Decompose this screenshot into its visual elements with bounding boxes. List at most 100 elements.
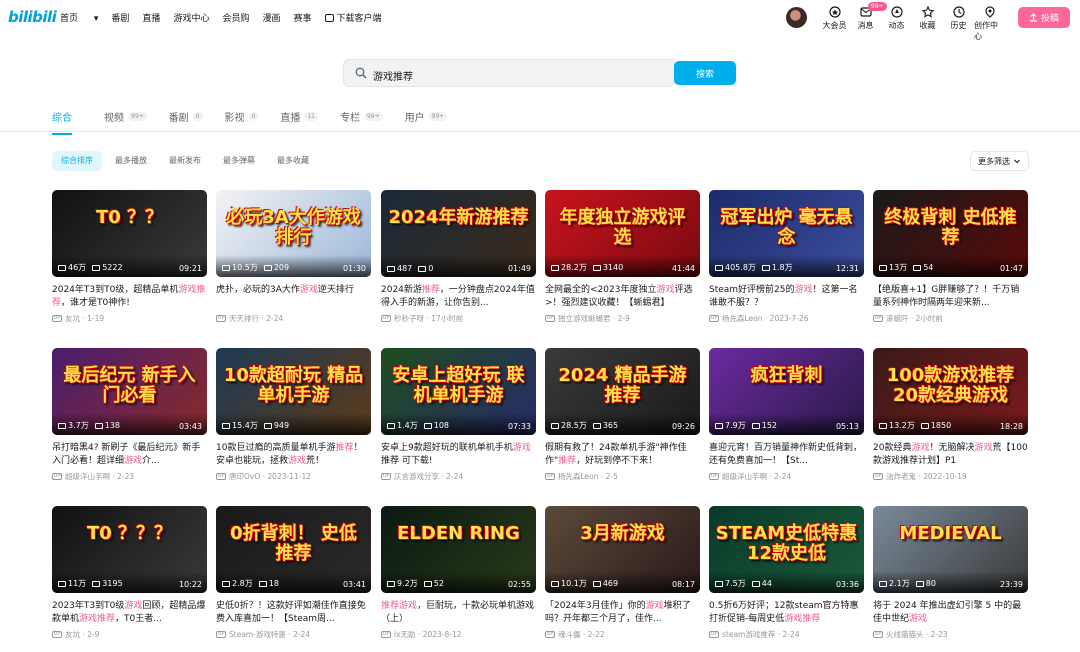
video-thumbnail[interactable]: MEDIEVAL 2.1万 80 23:39: [873, 506, 1028, 593]
message-button[interactable]: 99+ 消息: [850, 2, 887, 31]
avatar[interactable]: [786, 7, 807, 28]
video-title[interactable]: 喜迎元宵！百万销量神作新史低背刺，还有免费喜加一！【St...: [709, 442, 864, 468]
video-title[interactable]: 假期有救了！24款单机手游"神作佳作"推荐，好玩到停不下来！: [545, 442, 700, 468]
video-thumbnail[interactable]: 2024 精品手游推荐 28.5万 365 09:26: [545, 348, 700, 435]
uploader-name[interactable]: 唐印OvO: [229, 471, 260, 482]
video-card[interactable]: 100款游戏推荐 20款经典游戏 13.2万 1850 18:28 20款经典游戏！无脑…: [873, 348, 1028, 482]
video-thumbnail[interactable]: 疯狂背刺 7.9万 152 05:13: [709, 348, 864, 435]
tab-video[interactable]: 视频 99+: [104, 109, 147, 124]
video-thumbnail[interactable]: ELDEN RING 9.2万 52 02:55: [381, 506, 536, 593]
upload-button[interactable]: 投稿: [1018, 7, 1070, 28]
video-title[interactable]: 「2024年3月佳作」你的游戏堆积了吗？开年都三个月了，佳作...: [545, 600, 700, 626]
sort-most-danmaku[interactable]: 最多弹幕: [214, 151, 264, 171]
video-card[interactable]: 0折背刺！ 史低推荐 2.8万 18 03:41 史低0折？！这款好评如潮佳作直接免费入…: [216, 506, 371, 640]
uploader-name[interactable]: 友坑: [65, 629, 80, 640]
video-card[interactable]: 必玩3A大作游戏排行 10.5万 209 01:30 虎扑，必玩的3A大作游戏逆天排行 U…: [216, 190, 371, 324]
nav-manga[interactable]: 漫画: [262, 11, 280, 24]
video-title[interactable]: 20款经典游戏！无脑解决游戏荒【100款游戏推荐计划】P1: [873, 442, 1028, 468]
uploader-name[interactable]: 魂斗儡: [558, 629, 581, 640]
tab-bangumi[interactable]: 番剧 0: [169, 109, 203, 124]
video-card[interactable]: T0 ？？？ 11万 3195 10:22 2023年T3到T0级游戏回顾，超精品爆款单…: [52, 506, 207, 640]
video-card[interactable]: 最后纪元 新手入门必看 3.7万 138 03:43 吊打暗黑4? 新刷子《最后纪元》新…: [52, 348, 207, 482]
tab-all[interactable]: 综合: [52, 109, 72, 135]
video-card[interactable]: T0 ？？ 46万 5222 09:21 2024年T3到T0级，超精品单机游戏推荐，谁…: [52, 190, 207, 324]
video-card[interactable]: 2024 精品手游推荐 28.5万 365 09:26 假期有救了！24款单机手游"神作…: [545, 348, 700, 482]
video-title[interactable]: 吊打暗黑4? 新刷子《最后纪元》新手入门必看！超详细游戏介...: [52, 442, 207, 468]
video-thumbnail[interactable]: 0折背刺！ 史低推荐 2.8万 18 03:41: [216, 506, 371, 593]
video-title[interactable]: 推荐游戏，巨耐玩，十款必玩单机游戏（上）: [381, 600, 536, 626]
video-card[interactable]: 冠军出炉 毫无悬念 405.8万 1.8万 12:31 Steam好评榜前25的游戏！这…: [709, 190, 864, 324]
more-filters-button[interactable]: 更多筛选: [970, 151, 1029, 171]
uploader-name[interactable]: 火线猫猫头: [886, 629, 924, 640]
video-title[interactable]: Steam好评榜前25的游戏！这第一名谁敢不服？？: [709, 284, 864, 310]
sort-comprehensive[interactable]: 综合排序: [52, 151, 102, 171]
nav-live[interactable]: 直播: [142, 11, 160, 24]
video-card[interactable]: STEAM史低特惠 12款史低 7.5万 44 03:36 0.5折6万好评；12款st…: [709, 506, 864, 640]
video-card[interactable]: 2024年新游推荐 487 0 01:49 2024新游推荐，一分钟盘点2024年值得入…: [381, 190, 536, 324]
history-button[interactable]: 历史: [943, 6, 974, 31]
video-title[interactable]: 【绝版喜+1】G胖赚够了？！千万销量系列神作时隔两年迎来新...: [873, 284, 1028, 310]
search-button[interactable]: 搜索: [674, 61, 736, 85]
uploader-name[interactable]: 超级洋山芋啊: [65, 471, 110, 482]
nav-home[interactable]: 首页 ▾: [60, 11, 98, 24]
video-card[interactable]: 3月新游戏 10.1万 469 08:17 「2024年3月佳作」你的游戏堆积了吗？开年…: [545, 506, 700, 640]
video-thumbnail[interactable]: T0 ？？？ 11万 3195 10:22: [52, 506, 207, 593]
tab-movie[interactable]: 影视 0: [225, 109, 259, 124]
uploader-name[interactable]: 独立游戏蜥蜴君: [558, 313, 611, 324]
uploader-name[interactable]: 杨先森Leon: [722, 313, 763, 324]
video-card[interactable]: 终极背刺 史低推荐 13万 54 01:47 【绝版喜+1】G胖赚够了？！千万销量系列神…: [873, 190, 1028, 324]
video-title[interactable]: 虎扑，必玩的3A大作游戏逆天排行: [216, 284, 371, 310]
search-input[interactable]: 游戏推荐: [343, 59, 675, 87]
video-title[interactable]: 史低0折？！这款好评如潮佳作直接免费入库喜加一！【Steam周...: [216, 600, 371, 626]
nav-mall[interactable]: 会员购: [222, 11, 249, 24]
creator-button[interactable]: 创作中心: [974, 6, 1005, 42]
uploader-name[interactable]: 超级洋山芋啊: [722, 471, 767, 482]
video-thumbnail[interactable]: STEAM史低特惠 12款史低 7.5万 44 03:36: [709, 506, 864, 593]
sort-newest[interactable]: 最新发布: [160, 151, 210, 171]
video-title[interactable]: 0.5折6万好评；12款steam官方特惠打折促销-每周史低游戏推荐: [709, 600, 864, 626]
sort-most-played[interactable]: 最多播放: [106, 151, 156, 171]
video-card[interactable]: 安卓上超好玩 联机单机手游 1.4万 108 07:33 安卓上9款超好玩的联机单机手机…: [381, 348, 536, 482]
uploader-name[interactable]: 油炸老鬼: [886, 471, 916, 482]
favorites-button[interactable]: 收藏: [912, 6, 943, 31]
uploader-name[interactable]: 杨先森Leon: [558, 471, 599, 482]
video-thumbnail[interactable]: T0 ？？ 46万 5222 09:21: [52, 190, 207, 277]
video-thumbnail[interactable]: 10款超耐玩 精品单机手游 15.4万 949: [216, 348, 371, 435]
uploader-name[interactable]: 秒秒子呀: [394, 313, 424, 324]
tab-live[interactable]: 直播 11: [280, 109, 318, 124]
video-card[interactable]: 疯狂背刺 7.9万 152 05:13 喜迎元宵！百万销量神作新史低背刺，还有免费喜加一…: [709, 348, 864, 482]
sort-most-favorited[interactable]: 最多收藏: [268, 151, 318, 171]
nav-download[interactable]: 下载客户端: [324, 11, 395, 24]
uploader-name[interactable]: 仄言游戏分享: [394, 471, 439, 482]
vip-button[interactable]: 大会员: [819, 6, 850, 31]
video-title[interactable]: 2024年T3到T0级，超精品单机游戏推荐，谁才是T0神作!: [52, 284, 207, 310]
uploader-name[interactable]: 友坑: [65, 313, 80, 324]
tab-user[interactable]: 用户 99+: [405, 109, 448, 124]
nav-anime[interactable]: 番剧: [111, 11, 129, 24]
video-thumbnail[interactable]: 冠军出炉 毫无悬念 405.8万 1.8万 12:31: [709, 190, 864, 277]
video-thumbnail[interactable]: 终极背刺 史低推荐 13万 54 01:47: [873, 190, 1028, 277]
video-thumbnail[interactable]: 必玩3A大作游戏排行 10.5万 209 01:30: [216, 190, 371, 277]
video-thumbnail[interactable]: 最后纪元 新手入门必看 3.7万 138 03:43: [52, 348, 207, 435]
uploader-name[interactable]: 天天排行: [229, 313, 259, 324]
video-card[interactable]: ELDEN RING 9.2万 52 02:55 推荐游戏，巨耐玩，十款必玩单机游戏（上…: [381, 506, 536, 640]
video-card[interactable]: 年度独立游戏评选 28.2万 3140 41:44 全网最全的<2023年度独立游戏评选…: [545, 190, 700, 324]
video-title[interactable]: 10款巨过瘾的高质量单机手游推荐！安卓也能玩，拯救游戏荒！: [216, 442, 371, 468]
bilibili-logo[interactable]: bilibili: [8, 8, 57, 26]
tab-article[interactable]: 专栏 99+: [340, 109, 383, 124]
dynamic-button[interactable]: 动态: [881, 6, 912, 31]
video-title[interactable]: 2023年T3到T0级游戏回顾，超精品爆款单机游戏推荐，T0王者...: [52, 600, 207, 626]
video-thumbnail[interactable]: 2024年新游推荐 487 0 01:49: [381, 190, 536, 277]
video-thumbnail[interactable]: 年度独立游戏评选 28.2万 3140 41:44: [545, 190, 700, 277]
video-title[interactable]: 将于 2024 年推出虚幻引擎 5 中的最佳中世纪游戏: [873, 600, 1028, 626]
uploader-name[interactable]: lx无助: [394, 629, 416, 640]
uploader-name[interactable]: 滚蜡阡: [886, 313, 909, 324]
video-card[interactable]: MEDIEVAL 2.1万 80 23:39 将于 2024 年推出虚幻引擎 5 中的最…: [873, 506, 1028, 640]
video-title[interactable]: 全网最全的<2023年度独立游戏评选>！强烈建议收藏！【蜥蜴君】: [545, 284, 700, 310]
uploader-name[interactable]: Steam-游戏特惠: [229, 629, 286, 640]
video-title[interactable]: 安卓上9款超好玩的联机单机手机游戏推荐 可下载!: [381, 442, 536, 468]
video-title[interactable]: 2024新游推荐，一分钟盘点2024年值得入手的新游，让你告别...: [381, 284, 536, 310]
nav-game-center[interactable]: 游戏中心: [173, 11, 209, 24]
video-thumbnail[interactable]: 3月新游戏 10.1万 469 08:17: [545, 506, 700, 593]
video-thumbnail[interactable]: 100款游戏推荐 20款经典游戏 13.2万 1850 18:28: [873, 348, 1028, 435]
